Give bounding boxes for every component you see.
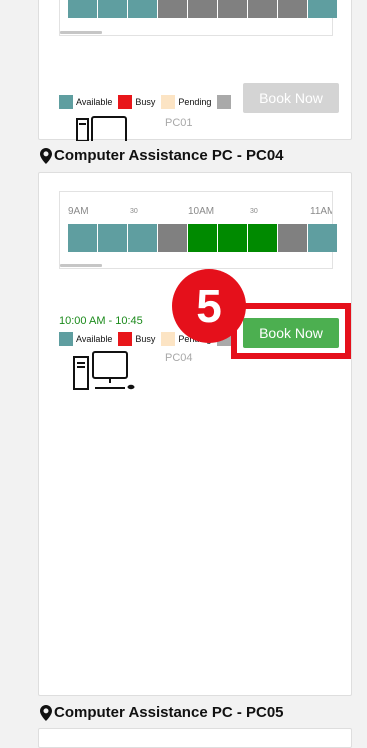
legend-available: Available (59, 332, 112, 346)
pc01-time-slot[interactable] (98, 0, 127, 18)
legend-label-busy: Busy (135, 97, 156, 107)
pc04-name: PC04 (165, 352, 193, 364)
legend-available: Available (59, 95, 112, 109)
pc04-time-slot[interactable] (278, 224, 307, 252)
map-pin-icon (40, 147, 52, 164)
legend-swatch-pending (161, 95, 176, 109)
pc04-time-slot[interactable] (188, 224, 217, 252)
legend-swatch-pending (161, 332, 176, 346)
pc01-timeline-scrollbar[interactable] (60, 31, 102, 34)
pc01-time-slot[interactable] (68, 0, 97, 18)
legend-pending: Pending (161, 95, 211, 109)
legend-swatch-available (59, 332, 73, 346)
pc04-card: 9AM 30 10AM 30 11AM 10:00 AM - 10:45 Ava… (38, 172, 352, 696)
pc04-slot-row (68, 224, 338, 252)
pc05-card (38, 728, 352, 748)
legend-busy: Busy (118, 332, 155, 346)
pc04-timeline[interactable]: 9AM 30 10AM 30 11AM (59, 191, 337, 269)
legend-swatch-available (59, 95, 73, 109)
pc04-section-title: Computer Assistance PC - PC04 (40, 147, 284, 164)
legend-swatch-unavailable (217, 95, 232, 109)
step-highlight-box (231, 303, 351, 359)
pc04-title-text: Computer Assistance PC - PC04 (54, 147, 284, 164)
desktop-computer-icon (73, 351, 135, 390)
pc01-time-slot[interactable] (188, 0, 217, 18)
step-number-badge: 5 (172, 269, 246, 343)
pc01-time-slot[interactable] (278, 0, 307, 18)
tick-9am: 9AM (68, 206, 89, 217)
selected-time-range: 10:00 AM - 10:45 (59, 315, 143, 327)
tick-10am: 10AM (188, 206, 215, 217)
pc01-time-slot[interactable] (218, 0, 247, 18)
pc04-time-slot[interactable] (308, 224, 337, 252)
pc01-card: Available Busy Pending Book Now PC01 (38, 0, 352, 141)
pc01-book-now-button[interactable]: Book Now (243, 83, 339, 113)
pc01-time-slot[interactable] (248, 0, 277, 18)
pc05-section-title: Computer Assistance PC - PC05 (40, 704, 284, 721)
pc01-legend: Available Busy Pending (59, 95, 234, 109)
legend-label-available: Available (76, 334, 113, 344)
legend-busy: Busy (118, 95, 155, 109)
legend-swatch-busy (118, 332, 133, 346)
desktop-computer-icon (76, 116, 127, 141)
pc01-time-slot[interactable] (158, 0, 187, 18)
legend-swatch-busy (118, 95, 133, 109)
legend-label-pending: Pending (178, 97, 212, 107)
pc04-time-slot[interactable] (128, 224, 157, 252)
pc04-time-slot[interactable] (68, 224, 97, 252)
pc01-slot-row (68, 0, 338, 18)
pc05-title-text: Computer Assistance PC - PC05 (54, 704, 284, 721)
legend-label-available: Available (76, 97, 113, 107)
pc04-time-slot[interactable] (218, 224, 247, 252)
pc01-time-slot[interactable] (128, 0, 157, 18)
pc01-time-slot[interactable] (308, 0, 337, 18)
legend-label-busy: Busy (135, 334, 156, 344)
booking-page: Available Busy Pending Book Now PC01 Com… (22, 0, 367, 748)
pc04-time-slot[interactable] (158, 224, 187, 252)
tick-11am: 11AM (310, 206, 332, 217)
pc01-name: PC01 (165, 117, 193, 129)
pc04-time-slot[interactable] (248, 224, 277, 252)
pc04-timeline-scrollbar[interactable] (60, 264, 102, 267)
tick-930: 30 (130, 208, 138, 215)
pc04-time-slot[interactable] (98, 224, 127, 252)
map-pin-icon (40, 704, 52, 721)
pc01-timeline[interactable] (59, 0, 337, 36)
tick-1030: 30 (250, 208, 258, 215)
